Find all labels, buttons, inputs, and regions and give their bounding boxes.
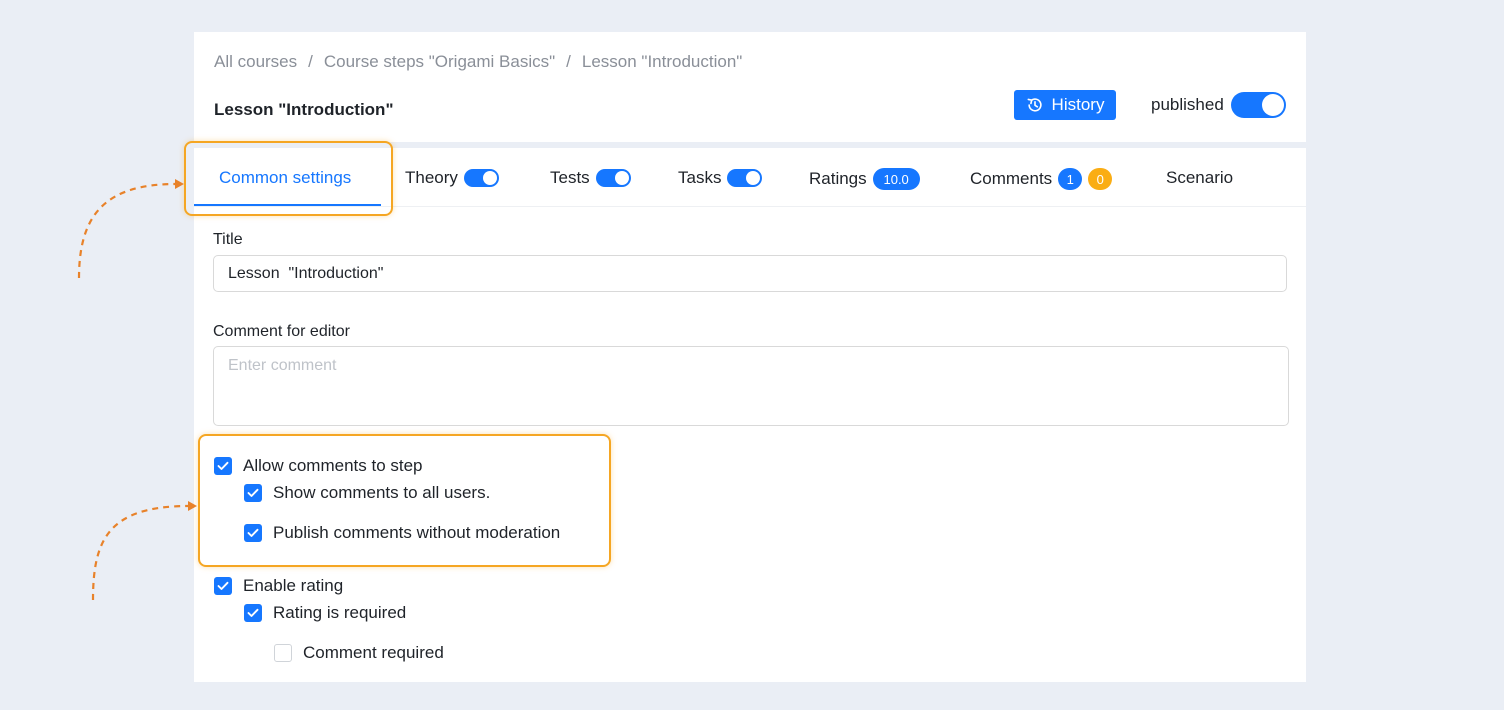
tab-label: Ratings <box>809 169 867 188</box>
comment-label: Comment for editor <box>213 323 350 340</box>
tab-label: Theory <box>405 168 458 187</box>
tests-toggle[interactable] <box>595 169 631 187</box>
tab-label: Common settings <box>219 168 352 187</box>
tab-label: Tasks <box>678 168 722 187</box>
published-toggle[interactable] <box>1230 92 1286 118</box>
enable-rating-checkbox[interactable] <box>214 577 232 595</box>
allow-comments-option: Allow comments to step <box>214 456 423 476</box>
title-label: Title <box>213 231 243 248</box>
comments-count-badge: 1 <box>1058 168 1083 190</box>
comment-textarea[interactable] <box>213 346 1289 426</box>
check-icon <box>247 488 259 497</box>
rating-required-checkbox[interactable] <box>244 604 262 622</box>
comments-pending-badge: 0 <box>1088 168 1113 190</box>
published-control: published <box>1151 92 1286 118</box>
check-icon <box>247 528 259 537</box>
arrow-to-common-settings <box>77 182 177 279</box>
publish-without-moderation-option: Publish comments without moderation <box>244 523 560 543</box>
tab-label: Tests <box>550 168 590 187</box>
show-comments-checkbox[interactable] <box>244 484 262 502</box>
toggle-knob <box>482 171 497 185</box>
tab-common-settings[interactable]: Common settings <box>219 168 351 188</box>
toggle-knob <box>1261 94 1284 116</box>
breadcrumb-course-steps[interactable]: Course steps "Origami Basics" <box>324 52 555 72</box>
checkbox-label: Comment required <box>303 643 444 662</box>
check-icon <box>217 581 229 590</box>
check-icon <box>247 608 259 617</box>
active-tab-indicator <box>194 204 381 206</box>
breadcrumb-separator: / <box>308 52 313 71</box>
checkbox-label: Enable rating <box>243 576 344 595</box>
comment-required-checkbox[interactable] <box>274 644 292 662</box>
ratings-badge: 10.0 <box>872 168 920 190</box>
comment-required-option: Comment required <box>274 643 444 663</box>
history-button-label: History <box>1051 95 1105 114</box>
checkbox-label: Rating is required <box>273 603 407 622</box>
enable-rating-option: Enable rating <box>214 576 343 596</box>
breadcrumb-separator: / <box>566 52 571 71</box>
history-button[interactable]: History <box>1014 90 1116 120</box>
rating-required-option: Rating is required <box>244 603 406 623</box>
theory-toggle[interactable] <box>463 169 499 187</box>
tab-bar: Common settings Theory Tests Tasks Ratin… <box>194 148 1306 207</box>
lesson-settings-panel: Common settings Theory Tests Tasks Ratin… <box>194 148 1306 682</box>
toggle-knob <box>746 171 761 185</box>
check-icon <box>217 461 229 470</box>
toggle-knob <box>614 171 629 185</box>
tab-comments[interactable]: Comments 1 0 <box>970 168 1113 190</box>
checkbox-label: Publish comments without moderation <box>273 523 561 542</box>
page-title: Lesson "Introduction" <box>214 100 394 119</box>
arrow-head <box>175 179 184 189</box>
tasks-toggle[interactable] <box>727 169 763 187</box>
tab-ratings[interactable]: Ratings 10.0 <box>809 168 920 190</box>
published-label: published <box>1151 95 1224 114</box>
publish-without-moderation-checkbox[interactable] <box>244 524 262 542</box>
breadcrumb: All courses / Course steps "Origami Basi… <box>214 52 742 72</box>
arrow-to-comment-options <box>91 504 190 601</box>
breadcrumb-all-courses[interactable]: All courses <box>214 52 297 72</box>
breadcrumb-current-lesson: Lesson "Introduction" <box>581 52 743 71</box>
tab-scenario[interactable]: Scenario <box>1166 168 1233 188</box>
tab-tasks[interactable]: Tasks <box>678 168 763 188</box>
tab-label: Scenario <box>1166 168 1234 187</box>
tab-label: Comments <box>970 169 1053 188</box>
checkbox-label: Show comments to all users. <box>273 483 491 502</box>
history-icon <box>1027 98 1042 112</box>
tab-tests[interactable]: Tests <box>550 168 631 188</box>
lesson-header: All courses / Course steps "Origami Basi… <box>194 32 1306 142</box>
checkbox-label: Allow comments to step <box>243 456 423 475</box>
show-comments-option: Show comments to all users. <box>244 483 490 503</box>
tab-theory[interactable]: Theory <box>405 168 499 188</box>
title-input[interactable] <box>213 255 1287 292</box>
allow-comments-checkbox[interactable] <box>214 457 232 475</box>
